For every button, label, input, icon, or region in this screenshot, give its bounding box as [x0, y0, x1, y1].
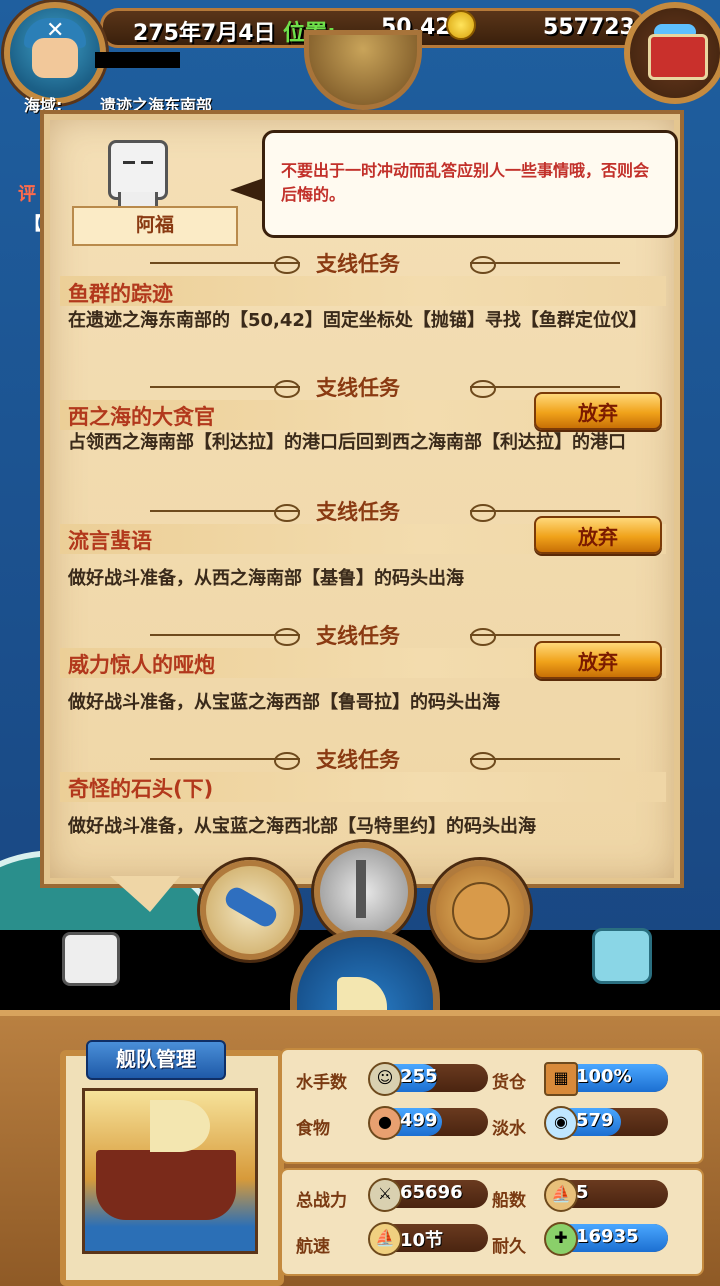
chest-icon [648, 34, 708, 80]
quest-description: 做好战斗准备，从宝蓝之海西北部【马特里约】的码头出海 [68, 816, 536, 837]
npc-eye-right [141, 161, 153, 164]
section-title: 支线任务 [316, 252, 400, 276]
player-avatar[interactable]: ✕ [4, 2, 106, 104]
sailing-speed-icon: ⛵ [368, 1222, 402, 1256]
quest-name[interactable]: 西之海的大贪官 [68, 401, 215, 431]
crate-icon: ▦ [544, 1062, 578, 1096]
water-jug-icon: ◉ [544, 1106, 578, 1140]
ship-count-icon: ⛵ [544, 1178, 578, 1212]
repair-icon: ✚ [544, 1222, 578, 1256]
water-bar: ◉ 579 [544, 1106, 668, 1140]
stat-value: 16935 [576, 1226, 639, 1247]
sailors-bar: ☺ 255 [368, 1062, 488, 1096]
map-icon [452, 882, 510, 940]
stat-label: 货仓 [492, 1073, 526, 1093]
npc-afu-icon [108, 140, 168, 200]
ship-sail [150, 1100, 210, 1152]
gold-amount: 557723 [543, 15, 635, 40]
stat-value: 255 [400, 1066, 438, 1087]
quest-name[interactable]: 鱼群的踪迹 [68, 278, 173, 308]
treasure-chest-button[interactable] [624, 2, 720, 104]
abandon-button[interactable]: 放弃 [534, 641, 662, 679]
anchor-icon [356, 860, 366, 918]
speed-bar: ⛵ 10节 [368, 1222, 488, 1256]
stat-label: 航速 [296, 1237, 330, 1257]
durability-bar: ✚ 16935 [544, 1222, 668, 1256]
anchor-button[interactable] [314, 842, 414, 942]
crossed-swords-icon: ⚔ [368, 1178, 402, 1212]
abandon-button[interactable]: 放弃 [534, 392, 662, 430]
npc-eye-left [123, 161, 135, 164]
stat-value: 499 [400, 1110, 438, 1131]
sea-map-button[interactable] [430, 860, 530, 960]
stat-value: 65696 [400, 1182, 463, 1203]
fleet-management-button[interactable]: 舰队管理 [86, 1040, 226, 1080]
quest-description: 做好战斗准备，从宝蓝之海西部【鲁哥拉】的码头出海 [68, 692, 500, 713]
stat-label: 水手数 [296, 1073, 347, 1093]
power-bar: ⚔ 65696 [368, 1178, 488, 1212]
cargo-bar: ▦ 100% [544, 1062, 668, 1096]
quest-name[interactable]: 奇怪的石头(下) [68, 773, 213, 803]
meat-icon: ● [368, 1106, 402, 1140]
side-fragment-1: 评 [18, 184, 36, 205]
stat-label: 总战力 [296, 1191, 347, 1211]
quest-description: 做好战斗准备，从西之海南部【基鲁】的码头出海 [68, 568, 464, 589]
stat-label: 耐久 [492, 1237, 526, 1257]
npc-sprite-left [62, 932, 120, 986]
section-title: 支线任务 [316, 748, 400, 772]
panel-tail [110, 876, 180, 912]
speech-bubble: 不要出于一时冲动而乱答应别人一些事情哦，否则会后悔的。 [262, 130, 678, 238]
stat-label: 食物 [296, 1119, 330, 1139]
speech-tail [230, 178, 264, 202]
quest-description: 占领西之海南部【利达拉】的港口后回到西之海南部【利达拉】的港口 [68, 432, 626, 453]
ships-bar: ⛵ 5 [544, 1178, 668, 1212]
npc-nameplate: 阿福 [72, 206, 238, 246]
black-strip [95, 52, 180, 68]
quest-name[interactable]: 威力惊人的哑炮 [68, 649, 215, 679]
stat-value: 100% [576, 1066, 632, 1087]
spyglass-icon [222, 883, 280, 931]
quest-description: 在遗迹之海东南部的【50,42】固定坐标处【抛锚】寻找【鱼群定位仪】 [68, 310, 647, 331]
stat-value: 5 [576, 1182, 589, 1203]
stat-value: 579 [576, 1110, 614, 1131]
cat-companion-sprite [592, 928, 652, 984]
game-date: 275年7月4日 [133, 21, 276, 46]
ship-hull [96, 1150, 236, 1220]
abandon-button[interactable]: 放弃 [534, 516, 662, 554]
spyglass-button[interactable] [200, 860, 300, 960]
skull-x-icon: ✕ [46, 18, 65, 43]
quest-name[interactable]: 流言蜚语 [68, 525, 152, 555]
gold-coin-icon [446, 10, 476, 40]
stat-label: 淡水 [492, 1119, 526, 1139]
sailor-icon: ☺ [368, 1062, 402, 1096]
avatar-face [32, 38, 78, 78]
dialog-text: 不要出于一时冲动而乱答应别人一些事情哦，否则会后悔的。 [281, 161, 650, 204]
stat-label: 船数 [492, 1191, 526, 1211]
food-bar: ● 499 [368, 1106, 488, 1140]
stat-value: 10节 [400, 1230, 444, 1251]
